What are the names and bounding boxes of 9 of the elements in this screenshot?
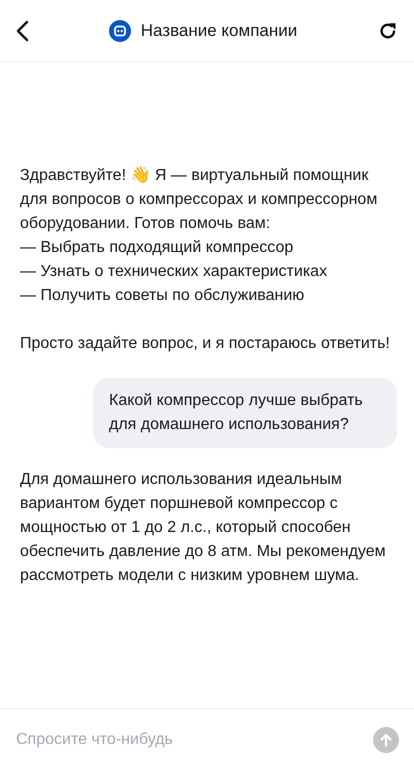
bot-message: Здравствуйте! 👋 Я — виртуальный помощник для вопросов о компрессорах и компрессорном оборудовании. Готов помочь вам: — Выбрать подходящий компрессор — Узнать о технических характеристиках — Получить советы по обслуживанию Просто задайте вопрос, и я постараюсь ответить! — [20, 165, 391, 354]
refresh-icon — [378, 20, 398, 40]
arrow-up-icon — [379, 732, 393, 746]
bot-message: Для домашнего использования идеальным вариантом будет поршневой компрессор с мощностью от 1 до 2 л.с., который способен обеспечить давление до 8 атм. Мы рекомендуем рассмотреть модели с низким уровнем шума. — [20, 470, 387, 586]
message-input[interactable]: Спросите что-нибудь — [16, 724, 373, 754]
user-message: Какой компрессор лучше выбрать для домашнего использования? — [93, 378, 397, 448]
back-icon — [15, 20, 29, 42]
company-name: Название компании — [140, 20, 298, 40]
bot-avatar-icon — [108, 20, 131, 42]
